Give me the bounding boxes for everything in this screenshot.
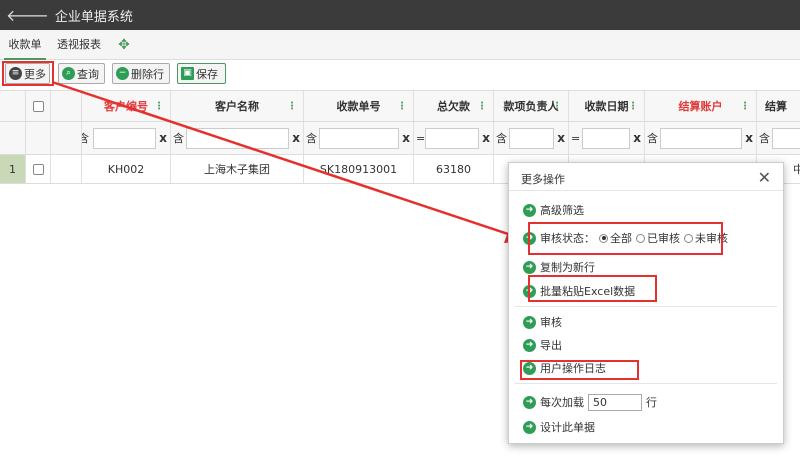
highlight-paste-excel [528, 275, 657, 302]
advanced-filter-label: 高级筛选 [540, 204, 584, 217]
divider [515, 383, 777, 384]
highlight-user-log [520, 360, 639, 380]
arrow-right-circle-icon: ➜ [523, 315, 536, 329]
design-form-label: 设计此单据 [540, 421, 595, 434]
audit-item[interactable]: ➜ 审核 [523, 313, 562, 331]
more-operations-dialog: 更多操作 ✕ ➜ 高级筛选 ➜ 审核状态： 全部 已审核 未审核 ➜ 复制为新行… [508, 162, 784, 444]
advanced-filter-item[interactable]: ➜ 高级筛选 [523, 201, 584, 219]
arrow-right-circle-icon: ➜ [523, 338, 536, 352]
divider [515, 306, 777, 307]
copy-new-row-label: 复制为新行 [540, 261, 595, 274]
load-count-input[interactable]: 50 [588, 393, 642, 411]
audit-label: 审核 [540, 316, 562, 329]
arrow-right-circle-icon: ➜ [523, 420, 536, 434]
copy-new-row-item[interactable]: ➜ 复制为新行 [523, 258, 595, 276]
export-label: 导出 [540, 339, 562, 352]
highlight-audit-status [528, 222, 723, 255]
load-count-item: ➜ 每次加载 50 行 [523, 393, 657, 411]
dialog-title: 更多操作 [521, 173, 565, 186]
load-count-unit: 行 [646, 396, 657, 409]
export-item[interactable]: ➜ 导出 [523, 336, 562, 354]
design-form-item[interactable]: ➜ 设计此单据 [523, 418, 595, 436]
dialog-header: 更多操作 ✕ [509, 163, 783, 191]
arrow-right-circle-icon: ➜ [523, 203, 536, 217]
arrow-right-circle-icon: ➜ [523, 395, 536, 409]
arrow-right-circle-icon: ➜ [523, 260, 536, 274]
close-icon[interactable]: ✕ [758, 168, 771, 187]
arrow-line [51, 80, 521, 240]
load-count-label: 每次加载 [540, 396, 584, 409]
